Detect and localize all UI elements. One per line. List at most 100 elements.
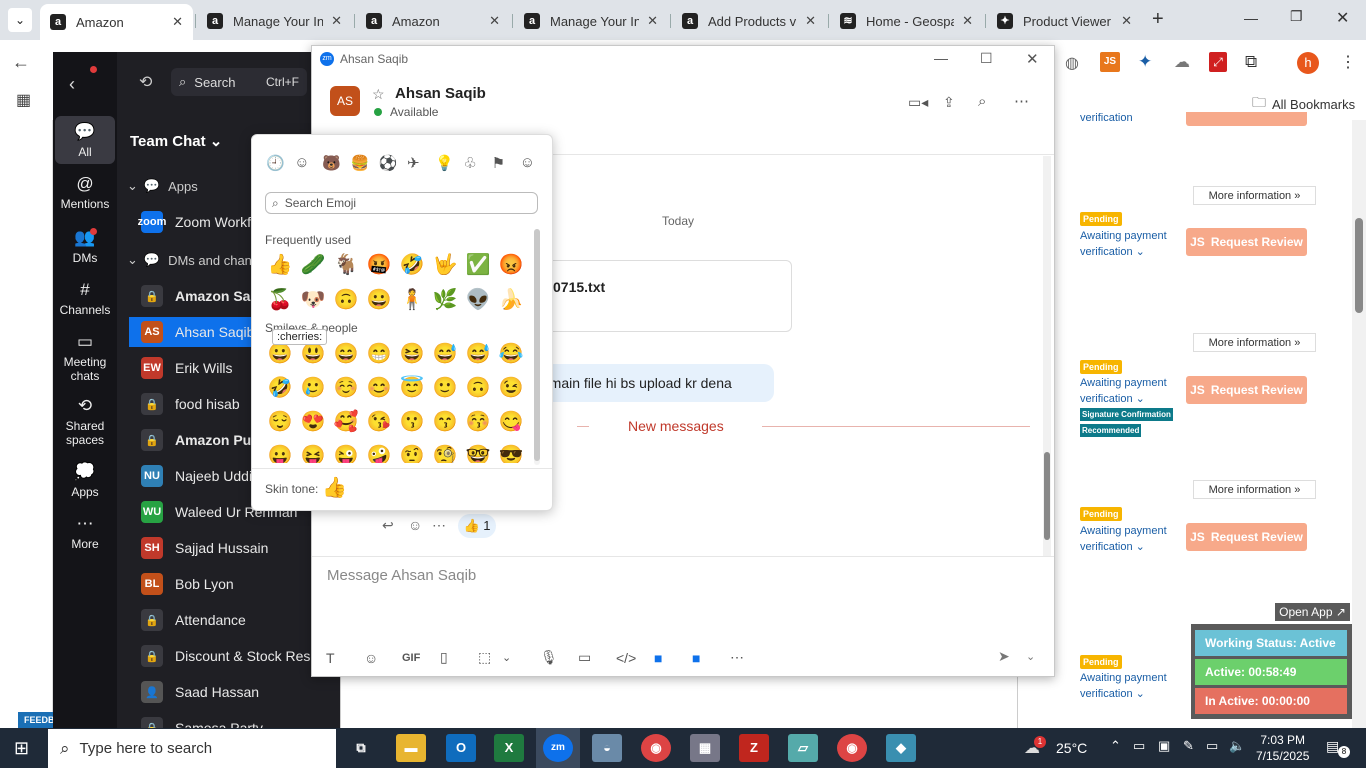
emoji-button[interactable]: 😡 [496,250,526,280]
emoji-button[interactable]: 😌 [265,407,295,437]
chat-list-item[interactable]: 👤 Saad Hassan [129,677,329,707]
emoji-category-tab[interactable]: 🕘 [266,154,285,172]
tray-icon-2[interactable]: ▣ [1158,738,1170,754]
emoji-button[interactable]: 🥒 [298,250,328,280]
message-more-icon[interactable]: ⋯ [432,517,446,534]
more-options-icon[interactable]: ⋯ [1014,92,1029,110]
emoji-button[interactable]: 🐶 [298,285,328,315]
chat-maximize-icon[interactable]: ☐ [980,50,993,67]
app-taskbar-icon-2[interactable]: ◆ [886,734,916,762]
screenshot-icon[interactable]: ⬚ [478,649,502,666]
reply-icon[interactable]: ↩ [382,517,394,534]
microphone-icon[interactable]: 🎙 [540,649,578,666]
emoji-button[interactable]: 👽 [463,285,493,315]
emoji-button[interactable]: 😅 [463,339,493,369]
emoji-button[interactable]: 🙃 [331,285,361,315]
tab-close-icon[interactable]: ✕ [962,13,973,29]
task-view-icon[interactable]: ⧉ [346,734,376,762]
emoji-button[interactable]: 🧍 [397,285,427,315]
emoji-button[interactable]: ✅ [463,250,493,280]
notepad-taskbar-icon[interactable]: ▱ [788,734,818,762]
browser-tab[interactable]: a Manage Your In ✕ [514,6,668,36]
emoji-button[interactable]: 🤬 [364,250,394,280]
chat-list-item[interactable]: 🔒 Samosa Party [129,713,329,728]
emoji-button[interactable]: 😂 [496,339,526,369]
cloud-extension-icon[interactable]: ☁ [1174,52,1190,72]
chrome-taskbar-icon[interactable]: ◉ [641,734,671,762]
emoji-category-tab[interactable]: 🐻 [322,154,341,172]
gif-button[interactable]: GIF [402,652,440,664]
nav-shared-spaces[interactable]: ⟲ Shared spaces [53,396,117,447]
open-app-button[interactable]: Open App ↗ [1275,603,1350,621]
chat-search-icon[interactable]: ⌕ [978,93,986,110]
request-review-button[interactable]: JS Request Review [1186,523,1307,551]
emoji-button[interactable]: ☺️ [331,373,361,403]
nav-all[interactable]: 💬 All [53,122,117,159]
browser-menu-icon[interactable]: ⋮ [1340,52,1356,72]
page-scrollbar-thumb[interactable] [1355,218,1363,313]
chevron-down-icon[interactable]: ⌄ [502,651,540,664]
add-reaction-icon[interactable]: ☺ [408,517,422,533]
nav-mentions[interactable]: @ Mentions [53,174,117,211]
code-snippet-icon[interactable]: </> [616,650,654,666]
emoji-button[interactable]: 🤪 [364,441,394,463]
more-information-button[interactable]: More information » [1193,333,1316,352]
emoji-button[interactable]: 🍌 [496,285,526,315]
emoji-button[interactable]: 🙂 [430,373,460,403]
back-arrow-icon[interactable]: ← [12,52,30,73]
zoom-taskbar-icon[interactable]: zm [543,734,573,762]
tray-icon-1[interactable]: ▭ [1133,738,1145,754]
emoji-button[interactable]: 🍒 [265,285,295,315]
video-call-icon[interactable]: ▭◂ [908,94,928,111]
more-information-button[interactable]: More information » [1193,186,1316,205]
emoji-button[interactable]: 🤨 [397,441,427,463]
video-clip-icon[interactable]: ▭ [578,649,616,666]
chat-list-item[interactable]: SH Sajjad Hussain [129,533,329,563]
contact-name[interactable]: Ahsan Saqib [395,85,486,102]
filezilla-taskbar-icon[interactable]: Z [739,734,769,762]
emoji-icon[interactable]: ☺ [364,650,402,666]
nav-more[interactable]: ⋯ More [53,514,117,551]
emoji-button[interactable]: 🤟 [430,250,460,280]
emoji-button[interactable]: 😁 [364,339,394,369]
emoji-button[interactable]: 😍 [298,407,328,437]
minimize-icon[interactable]: — [1244,10,1258,26]
feedback-tab[interactable]: FEEDB [18,712,55,728]
close-window-icon[interactable]: ✕ [1336,8,1349,28]
chat-list-item[interactable]: BL Bob Lyon [129,569,329,599]
emoji-button[interactable]: 😉 [496,373,526,403]
request-review-button[interactable]: JS Request Review [1186,228,1307,256]
pdf-extension-icon[interactable]: ⤢ [1209,52,1227,72]
browser-tab[interactable]: ≋ Home - Geospac ✕ [830,6,983,36]
windows-start-icon[interactable]: ⊞ [14,738,29,759]
emoji-category-tab[interactable]: ♧ [463,154,476,172]
emoji-button[interactable]: 🥲 [298,373,328,403]
puzzle-icon[interactable]: ⧉ [1245,52,1257,72]
emoji-button[interactable]: 🌿 [430,285,460,315]
app-icon[interactable]: ■ [654,650,692,666]
emoji-button[interactable]: 🤣 [265,373,295,403]
file-icon[interactable]: ▯ [440,649,478,666]
emoji-button[interactable]: 🤓 [463,441,493,463]
more-information-button[interactable]: More information » [1193,480,1316,499]
app-taskbar-icon[interactable]: ◒ [592,734,622,762]
browser-tab[interactable]: a Amazon ✕ [40,4,193,40]
emoji-button[interactable]: 😆 [397,339,427,369]
emoji-button[interactable]: 😜 [331,441,361,463]
clock[interactable]: 7:03 PM 7/15/2025 [1256,732,1309,764]
file-attachment-card[interactable]: 0715.txt [532,260,792,332]
emoji-button[interactable]: 😅 [430,339,460,369]
outlook-icon[interactable]: O [446,734,476,762]
emoji-button[interactable]: 😙 [430,407,460,437]
request-review-button[interactable]: JS Request Review [1186,376,1307,404]
nav-channels[interactable]: # Channels [53,280,117,317]
page-scrollbar[interactable] [1352,120,1366,728]
chat-scrollbar[interactable] [1043,156,1051,556]
chat-minimize-icon[interactable]: — [934,50,948,66]
tab-close-icon[interactable]: ✕ [647,13,658,29]
emoji-button[interactable]: 🧐 [430,441,460,463]
emoji-search-input[interactable]: ⌕ Search Emoji [265,192,538,214]
team-chat-header[interactable]: Team Chat ⌄ [130,132,222,150]
chat-list-item[interactable]: 🔒 Discount & Stock Reser... [129,641,329,671]
file-explorer-icon[interactable]: ▬ [396,734,426,762]
